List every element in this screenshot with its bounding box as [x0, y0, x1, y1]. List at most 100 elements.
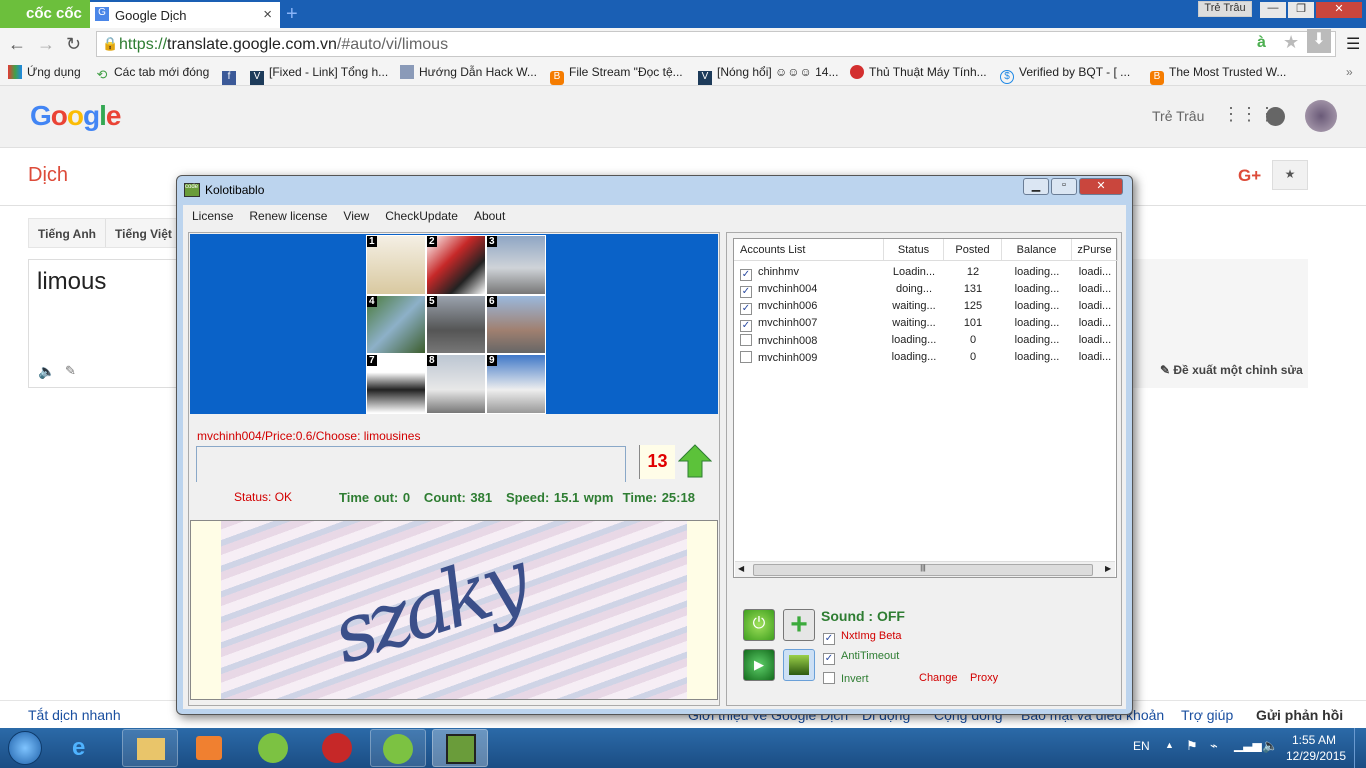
power-button[interactable]: ⏻ — [743, 609, 775, 641]
play-button[interactable]: ▶ — [743, 649, 775, 681]
account-checkbox[interactable]: ✓ — [740, 320, 752, 332]
new-tab-button[interactable]: + — [286, 3, 298, 26]
footer-instant-off[interactable]: Tắt dịch nhanh — [28, 707, 121, 723]
profile-button[interactable]: Trẻ Trâu — [1198, 1, 1252, 17]
maximize-button[interactable]: ❐ — [1288, 2, 1314, 18]
sound-toggle[interactable]: Sound : OFF — [821, 608, 905, 624]
google-logo[interactable]: Google — [30, 100, 121, 132]
volume-icon[interactable]: 🔈 — [1262, 738, 1278, 754]
bookmark-thu-thuat[interactable]: Thủ Thuật Máy Tính... — [850, 65, 987, 79]
col-balance[interactable]: Balance — [1002, 239, 1072, 260]
menu-renew-license[interactable]: Renew license — [240, 205, 334, 227]
ie-icon[interactable]: e — [72, 734, 85, 762]
scroll-left-icon[interactable]: ◀ — [738, 564, 744, 573]
suggest-edit-link[interactable]: ✎ Đề xuất một chỉnh sửa — [1160, 363, 1303, 377]
coccoc-dict-icon[interactable]: à — [1257, 34, 1266, 52]
grid-cell[interactable]: 5 — [426, 294, 486, 355]
user-name[interactable]: Trẻ Trâu — [1152, 108, 1204, 124]
grid-cell[interactable]: 3 — [486, 235, 546, 295]
language-indicator[interactable]: EN — [1133, 739, 1150, 753]
clock-date[interactable]: 12/29/2015 — [1286, 749, 1346, 763]
checkbox[interactable]: ✓ — [823, 653, 835, 665]
horizontal-scrollbar[interactable]: ◀ ||| ▶ — [735, 561, 1115, 577]
bookmark-nong-hoi[interactable]: V [Nóng hổi] ☺☺☺ 14... — [698, 65, 838, 85]
url-input[interactable]: 🔒 https://translate.google.com.vn/#auto/v… — [96, 29, 1336, 57]
account-row[interactable]: mvchinh008 loading... 0 loading... loadi... — [734, 332, 1118, 349]
download-icon[interactable]: ⬇ — [1307, 29, 1331, 53]
checkbox[interactable]: ✓ — [823, 633, 835, 645]
grid-cell[interactable]: 4 — [366, 294, 426, 355]
option-nxtimg[interactable]: ✓ NxtImg Beta — [823, 630, 902, 645]
scroll-right-icon[interactable]: ▶ — [1105, 564, 1111, 573]
back-icon[interactable]: ← — [8, 34, 26, 55]
close-button[interactable]: ✕ — [1079, 178, 1123, 195]
answer-input[interactable] — [196, 446, 626, 482]
grid-cell[interactable]: 8 — [426, 354, 486, 414]
grid-cell[interactable]: 1 — [366, 235, 426, 295]
pencil-icon[interactable]: ✎ — [65, 363, 76, 379]
star-icon[interactable]: ★ — [1283, 32, 1299, 53]
col-zpurse[interactable]: zPurse — [1072, 239, 1118, 260]
show-hidden-icons[interactable]: ▲ — [1165, 740, 1174, 750]
submit-arrow-icon[interactable] — [678, 444, 712, 478]
maximize-button[interactable]: ▫ — [1051, 178, 1077, 195]
account-row[interactable]: ✓ mvchinh006 waiting... 125 loading... loadi.… — [734, 298, 1118, 315]
menu-license[interactable]: License — [183, 205, 240, 227]
image-button[interactable] — [783, 649, 815, 681]
bookmark-file-stream[interactable]: B File Stream "Đọc tệ... — [550, 65, 683, 85]
media-player-icon[interactable] — [196, 736, 222, 760]
bookmark-fixed-link[interactable]: V [Fixed - Link] Tổng h... — [250, 65, 388, 85]
grid-cell[interactable]: 6 — [486, 294, 546, 355]
network-icon[interactable]: ▁▃▅ — [1234, 738, 1262, 752]
account-row[interactable]: ✓ mvchinh007 waiting... 101 loading... loadi.… — [734, 315, 1118, 332]
coccoc-icon[interactable] — [258, 733, 288, 763]
bookmark-most-trusted[interactable]: B The Most Trusted W... — [1150, 65, 1286, 85]
taskbar-coccoc[interactable] — [370, 729, 426, 767]
account-checkbox[interactable]: ✓ — [740, 269, 752, 281]
menu-icon[interactable]: ☰ — [1346, 34, 1360, 54]
col-status[interactable]: Status — [884, 239, 944, 260]
forward-icon[interactable]: → — [37, 34, 55, 55]
bookmark-huong-dan[interactable]: Hướng Dẫn Hack W... — [400, 65, 537, 79]
reload-icon[interactable]: ↻ — [66, 34, 81, 55]
account-checkbox[interactable] — [740, 351, 752, 363]
avatar[interactable] — [1305, 100, 1337, 132]
show-desktop-button[interactable] — [1354, 728, 1366, 768]
close-button[interactable]: ✕ — [1316, 2, 1362, 18]
option-invert[interactable]: Invert — [823, 672, 869, 685]
add-account-button[interactable]: + — [783, 609, 815, 641]
phrasebook-icon[interactable]: ★ — [1272, 160, 1308, 190]
more-bookmarks[interactable]: » — [1346, 65, 1353, 79]
tab-tieng-viet[interactable]: Tiếng Việt — [106, 219, 182, 247]
proxy-link[interactable]: Proxy — [970, 672, 998, 684]
app-icon[interactable] — [322, 733, 352, 763]
menu-view[interactable]: View — [334, 205, 376, 227]
grid-cell[interactable]: 9 — [486, 354, 546, 414]
speaker-icon[interactable]: 🔈 — [38, 363, 55, 380]
account-checkbox[interactable]: ✓ — [740, 303, 752, 315]
gplus-icon[interactable]: G+ — [1238, 166, 1261, 186]
notifications-icon[interactable] — [1266, 107, 1285, 126]
minimize-button[interactable]: ▁ — [1023, 178, 1049, 195]
footer-feedback[interactable]: Gửi phản hồi — [1256, 707, 1343, 723]
account-row[interactable]: ✓ mvchinh004 doing... 131 loading... loadi... — [734, 281, 1118, 298]
minimize-button[interactable]: — — [1260, 2, 1286, 18]
taskbar-kolotibablo[interactable] — [432, 729, 488, 767]
action-center-flag-icon[interactable]: ⚑ — [1186, 738, 1198, 754]
tab-tieng-anh[interactable]: Tiếng Anh — [29, 219, 106, 247]
power-plug-icon[interactable]: ⌁ — [1210, 738, 1218, 754]
menu-checkupdate[interactable]: CheckUpdate — [376, 205, 465, 227]
col-posted[interactable]: Posted — [944, 239, 1002, 260]
account-checkbox[interactable]: ✓ — [740, 286, 752, 298]
scroll-thumb[interactable]: ||| — [753, 564, 1093, 576]
bookmark-facebook[interactable]: f — [222, 65, 241, 85]
bookmark-recent-tabs[interactable]: ⟲ Các tab mới đóng — [95, 65, 210, 82]
tab-google-dich[interactable]: G Google Dịch × — [90, 2, 280, 28]
col-accounts[interactable]: Accounts List — [734, 239, 884, 260]
account-checkbox[interactable] — [740, 334, 752, 346]
bookmark-verified[interactable]: $ Verified by BQT - [ ... — [1000, 65, 1130, 84]
close-tab-icon[interactable]: × — [263, 6, 272, 23]
bookmark-apps[interactable]: Ứng dụng — [8, 65, 81, 79]
account-row[interactable]: mvchinh009 loading... 0 loading... loadi... — [734, 349, 1118, 366]
start-button[interactable] — [8, 731, 42, 765]
